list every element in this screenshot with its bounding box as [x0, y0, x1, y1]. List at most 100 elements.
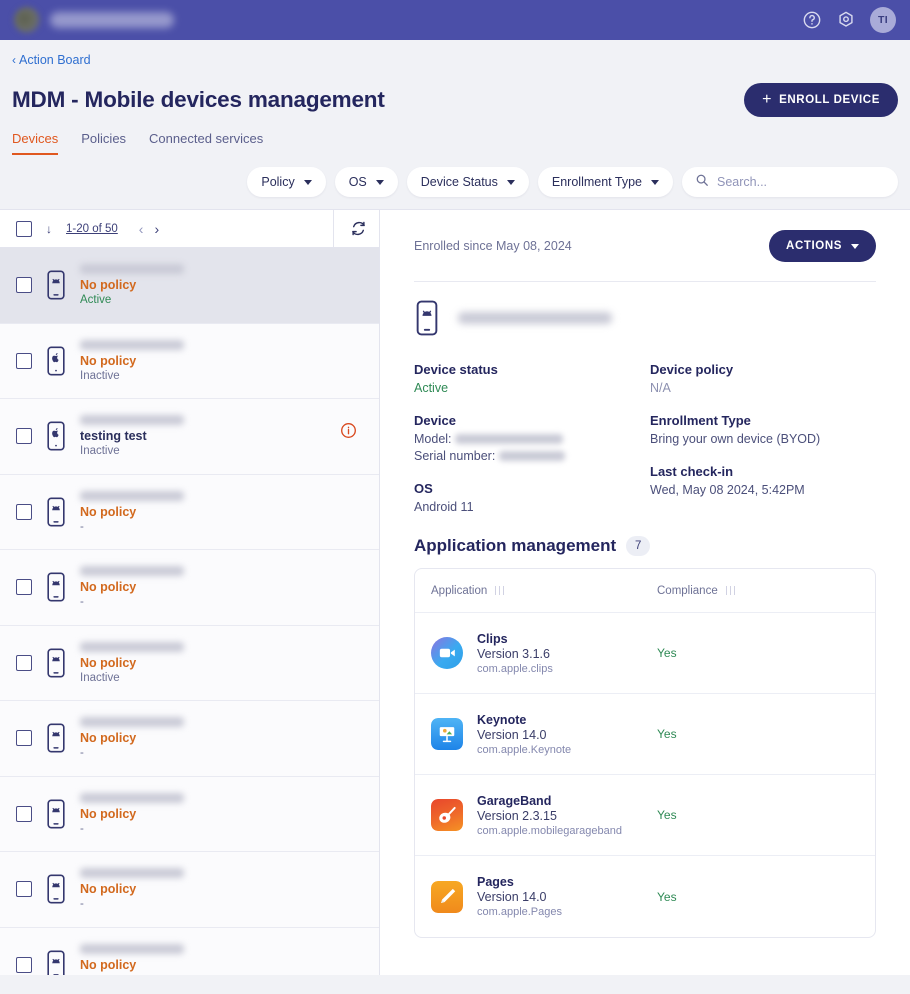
previous-page-button[interactable]: ‹: [139, 222, 144, 236]
breadcrumb-label: Action Board: [19, 53, 91, 67]
device-row-policy: No policy: [80, 580, 137, 595]
device-list-item[interactable]: No policy-: [0, 474, 379, 550]
actions-button[interactable]: ACTIONS: [769, 230, 876, 262]
application-meta: Clips Version 3.1.6 com.apple.clips: [477, 632, 657, 675]
application-compliance: Yes: [657, 727, 677, 741]
filter-device-status-label: Device Status: [420, 175, 498, 189]
filter-device-status[interactable]: Device Status: [406, 167, 529, 197]
field-model: Model:: [414, 432, 650, 446]
filter-os[interactable]: OS: [334, 167, 398, 197]
device-row-checkbox[interactable]: [16, 277, 32, 294]
device-list-item[interactable]: No policy Active: [0, 248, 379, 324]
filter-enrollment-type[interactable]: Enrollment Type: [537, 167, 673, 197]
top-navigation-bar: TI: [0, 0, 910, 40]
device-row-checkbox[interactable]: [16, 956, 32, 973]
application-version: Version 14.0: [477, 890, 547, 904]
device-row-name: [80, 339, 184, 350]
device-list-item[interactable]: No policy-: [0, 701, 379, 777]
device-row-checkbox[interactable]: [16, 352, 32, 369]
enroll-device-button[interactable]: + ENROLL DEVICE: [744, 83, 898, 117]
pagination-range[interactable]: 1-20 of 50: [66, 223, 118, 235]
application-name: Keynote: [477, 712, 527, 727]
field-label: Last check-in: [650, 464, 734, 479]
clips-icon: [431, 637, 463, 669]
device-row-info: No policy-: [80, 566, 365, 608]
sort-descending-icon[interactable]: ↓: [46, 222, 52, 236]
device-list-item[interactable]: No policy Inactive: [0, 625, 379, 701]
filter-policy[interactable]: Policy: [247, 167, 326, 197]
sort-icon[interactable]: [495, 586, 505, 595]
pages-icon: [431, 880, 463, 913]
device-fields-right: Device policy N/A Enrollment Type Bring …: [650, 362, 820, 514]
field-device-policy: Device policy N/A: [650, 362, 820, 395]
warning-info-icon[interactable]: [340, 422, 357, 439]
apple-device-icon: [46, 346, 66, 376]
field-value: N/A: [650, 381, 671, 395]
breadcrumb[interactable]: ‹ Action Board: [0, 40, 910, 67]
device-list-item[interactable]: testing test Inactive: [0, 399, 379, 475]
device-row-name: [80, 792, 184, 803]
device-row-checkbox[interactable]: [16, 428, 32, 445]
refresh-button[interactable]: [333, 210, 367, 248]
application-rows: Clips Version 3.1.6 com.apple.clips Yes Keyn…: [415, 613, 875, 937]
sort-icon[interactable]: [725, 586, 735, 595]
device-row-policy: No policy: [80, 655, 137, 670]
device-row-checkbox[interactable]: [16, 654, 32, 671]
application-row[interactable]: Pages Version 14.0 com.apple.Pages Yes: [415, 856, 875, 937]
chevron-down-icon: [651, 179, 659, 185]
tab-policies[interactable]: Policies: [81, 131, 126, 155]
field-label: Device policy: [650, 362, 734, 377]
search-input[interactable]: [717, 175, 885, 189]
device-row-checkbox[interactable]: [16, 881, 32, 898]
application-row[interactable]: GarageBand Version 2.3.15 com.apple.mobile…: [415, 775, 875, 856]
device-list-item[interactable]: No policy-: [0, 550, 379, 626]
device-row-status: Inactive: [80, 445, 120, 458]
application-version: Version 2.3.15: [477, 808, 557, 823]
application-bundle-id: com.apple.Pages: [477, 906, 562, 918]
device-row-checkbox[interactable]: [16, 503, 32, 520]
next-page-button[interactable]: ›: [154, 222, 159, 236]
chevron-down-icon: [506, 179, 515, 185]
settings-icon[interactable]: [836, 10, 856, 30]
device-row-policy: testing test: [80, 429, 147, 444]
application-row[interactable]: Keynote Version 14.0 com.apple.Keynote Yes: [415, 694, 875, 775]
tab-connected-services[interactable]: Connected services: [149, 131, 263, 155]
field-os: OS Android 11: [414, 481, 650, 514]
garageband-icon: [431, 799, 463, 831]
device-list-item[interactable]: No policy-: [0, 852, 379, 928]
device-row-checkbox[interactable]: [16, 805, 32, 822]
tab-devices[interactable]: Devices: [12, 131, 59, 155]
column-compliance[interactable]: Compliance: [657, 585, 735, 597]
device-row-name: [80, 490, 184, 501]
select-all-checkbox[interactable]: [16, 220, 32, 237]
device-list-item[interactable]: No policy-: [0, 776, 379, 852]
application-name: Clips: [477, 631, 508, 646]
application-management-header: Application management 7: [414, 536, 876, 556]
device-row-info: No policy-: [80, 490, 365, 533]
avatar[interactable]: TI: [870, 7, 896, 33]
column-application[interactable]: Application: [431, 585, 657, 597]
device-row-checkbox[interactable]: [16, 579, 32, 596]
brand[interactable]: [14, 7, 174, 33]
search-box[interactable]: [682, 167, 898, 197]
application-management-title: Application management: [414, 536, 617, 555]
field-label: OS: [414, 481, 433, 496]
device-row-checkbox[interactable]: [16, 730, 32, 747]
topbar-actions: TI: [802, 7, 896, 33]
device-list-item[interactable]: No policy Inactive: [0, 323, 379, 399]
device-name: [458, 312, 612, 324]
application-row[interactable]: Clips Version 3.1.6 com.apple.clips Yes: [415, 613, 875, 694]
help-icon[interactable]: [802, 10, 822, 30]
field-serial-number: Serial number:: [414, 449, 650, 463]
device-list-toolbar: ↓ 1-20 of 50 ‹ ›: [0, 210, 379, 248]
application-compliance: Yes: [657, 889, 677, 904]
device-list-item[interactable]: No policy-: [0, 927, 379, 975]
android-device-icon: [46, 723, 66, 753]
device-row-status: Inactive: [80, 671, 120, 684]
filter-policy-label: Policy: [261, 175, 295, 189]
serial-prefix: Serial number:: [414, 449, 496, 463]
filter-enrollment-type-label: Enrollment Type: [551, 175, 642, 189]
enrolled-since-text: Enrolled since May 08, 2024: [414, 239, 572, 253]
field-device-status: Device status Active: [414, 362, 650, 395]
page-header: MDM - Mobile devices management + ENROLL…: [0, 67, 910, 117]
